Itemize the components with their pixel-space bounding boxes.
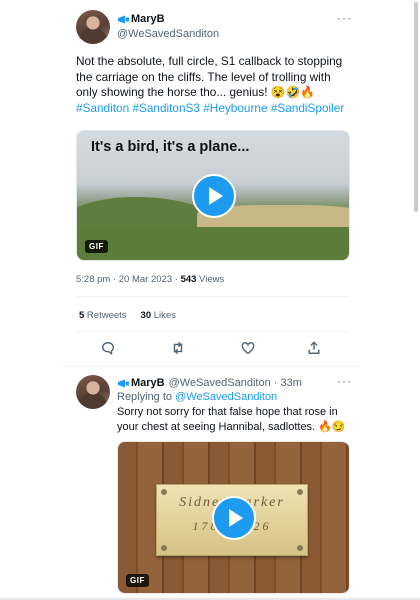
likes-count: 30: [140, 310, 152, 321]
timestamp[interactable]: 5:28 pm · 20 Mar 2023 ·: [76, 274, 181, 285]
divider: [76, 331, 350, 332]
mention-link[interactable]: @WeSavedSanditon: [175, 391, 277, 403]
display-name[interactable]: MaryB: [131, 377, 165, 389]
reply-icon[interactable]: [101, 341, 119, 359]
more-icon[interactable]: ···: [337, 12, 352, 24]
author-row: MaryB: [117, 13, 165, 25]
play-icon[interactable]: [212, 496, 256, 540]
share-icon[interactable]: [307, 341, 325, 359]
retweet-icon[interactable]: [171, 341, 189, 359]
gif-badge: GIF: [85, 240, 108, 253]
more-icon[interactable]: ···: [337, 375, 352, 387]
megaphone-icon: [118, 379, 129, 387]
likes-label: Likes: [151, 310, 176, 321]
views-label: Views: [196, 274, 225, 285]
engagement-stats: 5 Retweets 30 Likes: [79, 310, 176, 321]
gif-badge: GIF: [126, 574, 149, 587]
retweets-label: Retweets: [84, 310, 127, 321]
like-icon[interactable]: [241, 341, 259, 359]
main-tweet: MaryB @WeSavedSanditon ··· Not the absol…: [0, 0, 420, 367]
author-row: MaryB @WeSavedSanditon · 33m: [117, 377, 302, 389]
handle[interactable]: @WeSavedSanditon: [117, 28, 219, 40]
gif-caption: It's a bird, it's a plane...: [91, 139, 250, 155]
tweet-text: Sorry not sorry for that false hope that…: [117, 406, 346, 433]
divider: [76, 296, 350, 297]
likes-stat[interactable]: 30 Likes: [141, 310, 176, 321]
tweet-text-body: Not the absolute, full circle, S1 callba…: [76, 54, 343, 99]
display-name[interactable]: MaryB: [131, 13, 165, 25]
play-icon[interactable]: [192, 174, 236, 218]
gif-media[interactable]: Sidney Parker 1780-1826 GIF: [117, 441, 350, 594]
scrollbar[interactable]: [414, 2, 418, 212]
avatar[interactable]: [76, 375, 110, 409]
gif-media[interactable]: It's a bird, it's a plane... GIF: [76, 130, 350, 261]
hashtag-links[interactable]: #Sanditon #SanditonS3 #Heybourne #SandiS…: [76, 101, 344, 115]
tweet-meta: 5:28 pm · 20 Mar 2023 · 543 Views: [76, 274, 224, 285]
megaphone-icon: [118, 15, 129, 23]
views-count: 543: [180, 274, 197, 285]
avatar[interactable]: [76, 10, 110, 44]
replying-to: Replying to @WeSavedSanditon: [117, 391, 277, 403]
handle[interactable]: @WeSavedSanditon · 33m: [169, 377, 302, 389]
tweet-text: Not the absolute, full circle, S1 callba…: [76, 54, 351, 116]
action-bar: [101, 341, 323, 359]
replying-prefix: Replying to: [117, 391, 176, 403]
divider: [60, 366, 360, 367]
retweets-stat[interactable]: 5 Retweets: [79, 310, 127, 321]
